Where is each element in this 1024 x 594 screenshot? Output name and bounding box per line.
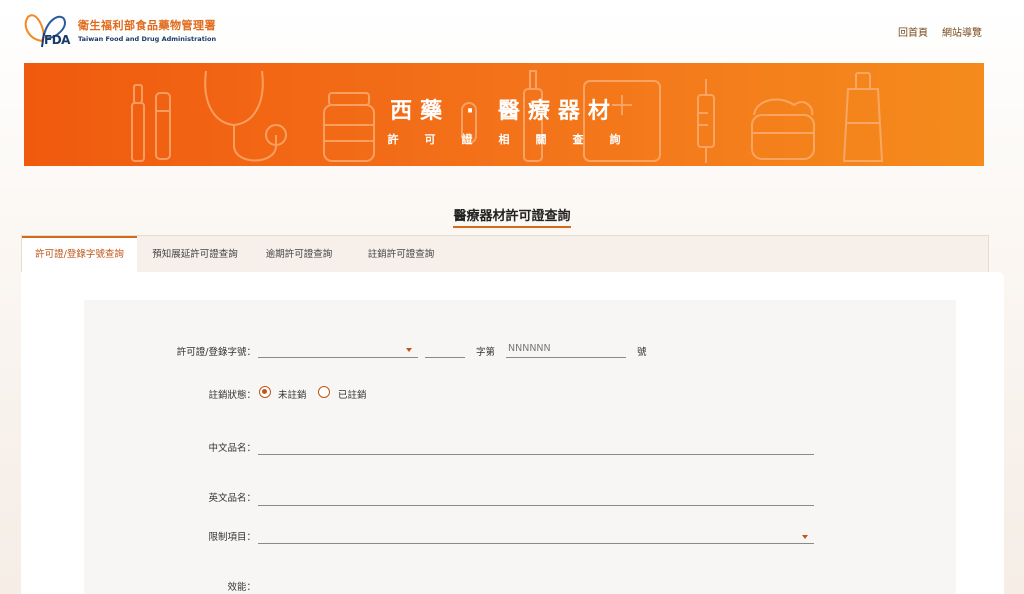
radio-not-cancelled-label[interactable]: 未註銷	[278, 387, 307, 401]
license-number-label: 許可證/登錄字號：	[176, 347, 256, 358]
site-header: FDA 衛生福利部食品藥物管理署 Taiwan Food and Drug Ad…	[0, 0, 1024, 62]
tab-cancelled-license-query[interactable]: 註銷許可證查詢	[345, 236, 457, 273]
logo-text: 衛生福利部食品藥物管理署 Taiwan Food and Drug Admini…	[78, 17, 216, 43]
hero-banner: 西藥 · 醫療器材 許可證相關查詢	[24, 63, 984, 166]
license-char-label: 字第	[476, 347, 496, 358]
license-type-select[interactable]	[258, 342, 418, 358]
license-suffix-label: 號	[637, 347, 647, 358]
license-number-input[interactable]: NNNNNN	[506, 342, 626, 358]
banner-title: 西藥 · 醫療器材	[390, 99, 618, 124]
org-name-en: Taiwan Food and Drug Administration	[78, 35, 217, 43]
fda-logo[interactable]: FDA 衛生福利部食品藥物管理署 Taiwan Food and Drug Ad…	[20, 10, 230, 50]
chevron-down-icon	[802, 535, 808, 539]
chinese-name-label: 中文品名：	[208, 443, 256, 454]
english-name-label: 英文品名：	[208, 493, 256, 504]
efficacy-label: 效能：	[227, 582, 256, 593]
tab-expired-license-query[interactable]: 逾期許可證查詢	[253, 236, 345, 273]
query-card: 許可證/登錄字號： 字第 NNNNNN 號 註銷狀態： 未註銷 已註銷 中文品名…	[21, 272, 1004, 594]
restriction-select[interactable]	[258, 528, 814, 544]
nav-home-link[interactable]: 回首頁	[898, 24, 928, 39]
license-word-input[interactable]	[425, 342, 465, 358]
tab-expiring-license-query[interactable]: 預知展延許可證查詢	[137, 236, 253, 273]
nav-sitemap-link[interactable]: 網站導覽	[942, 24, 982, 39]
banner-subtitle: 許可證相關查詢	[387, 133, 647, 146]
butterfly-logo-icon: FDA	[20, 11, 76, 49]
radio-cancelled-label[interactable]: 已註銷	[338, 387, 367, 401]
page-title: 醫療器材許可證查詢	[453, 205, 571, 228]
radio-cancelled[interactable]	[318, 386, 330, 398]
logo-fda-text: FDA	[44, 33, 70, 47]
top-nav: 回首頁 網站導覽	[898, 24, 982, 39]
chevron-down-icon	[406, 348, 412, 352]
page-title-wrap: 醫療器材許可證查詢	[0, 205, 1024, 228]
query-tabs: 許可證/登錄字號查詢 預知展延許可證查詢 逾期許可證查詢 註銷許可證查詢	[21, 235, 989, 273]
cancel-status-label: 註銷狀態：	[208, 390, 256, 401]
english-name-input[interactable]	[258, 490, 814, 506]
restriction-label: 限制項目：	[208, 532, 256, 543]
search-form: 許可證/登錄字號： 字第 NNNNNN 號 註銷狀態： 未註銷 已註銷 中文品名…	[84, 300, 956, 594]
org-name-cn: 衛生福利部食品藥物管理署	[78, 19, 216, 32]
banner-title-block: 西藥 · 醫療器材 許可證相關查詢	[24, 93, 984, 147]
license-number-placeholder: NNNNNN	[508, 343, 551, 354]
tab-license-number-query[interactable]: 許可證/登錄字號查詢	[22, 236, 137, 273]
chinese-name-input[interactable]	[258, 439, 814, 455]
radio-not-cancelled[interactable]	[259, 386, 271, 398]
